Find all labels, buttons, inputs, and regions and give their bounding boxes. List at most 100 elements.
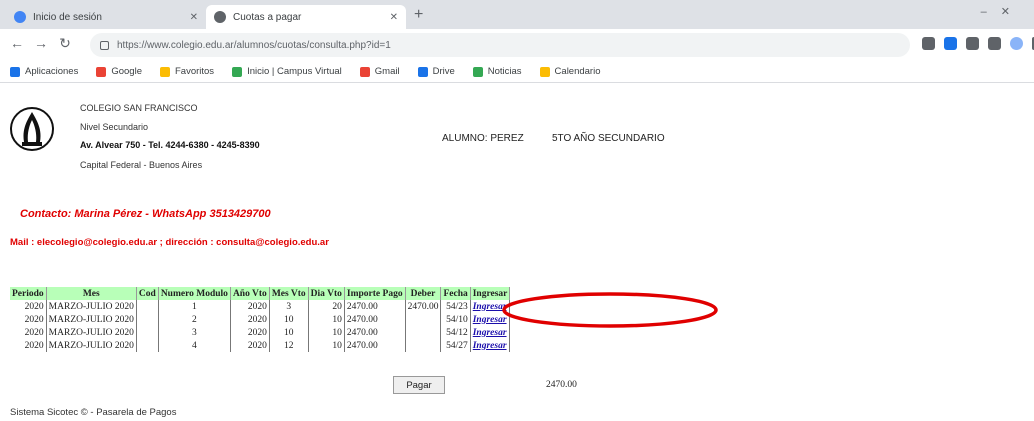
ingresar-cell: Ingresar xyxy=(470,326,511,339)
extension-icon[interactable] xyxy=(922,37,935,50)
bookmark-label: Inicio | Campus Virtual xyxy=(247,66,342,77)
table-cell: 12 xyxy=(269,339,309,352)
table-cell: 2470.00 xyxy=(344,313,406,326)
tab-bar: Inicio de sesión ✕ Cuotas a pagar ✕ + –✕ xyxy=(0,0,1034,29)
back-arrow-icon[interactable]: ← xyxy=(8,35,26,51)
column-header: Dia Vto xyxy=(308,287,345,300)
table-cell xyxy=(405,313,442,326)
tab-inactive[interactable]: Inicio de sesión ✕ xyxy=(6,5,206,29)
bookmark-icon xyxy=(359,66,370,77)
table-cell: 2020 xyxy=(230,313,270,326)
address-bar[interactable]: https://www.colegio.edu.ar/alumnos/cuota… xyxy=(90,33,910,57)
ingresar-link[interactable]: Ingresar xyxy=(473,315,507,325)
column-header: Fecha xyxy=(440,287,471,300)
bookmark-item[interactable]: Google xyxy=(96,66,142,77)
window-controls[interactable]: –✕ xyxy=(981,5,1024,18)
favicon-icon xyxy=(14,11,26,23)
table-cell: 2470.00 xyxy=(344,326,406,339)
ingresar-cell: Ingresar xyxy=(470,313,511,326)
column-header: Periodo xyxy=(10,287,47,300)
bookmark-item[interactable]: Gmail xyxy=(359,66,400,77)
table-cell: 2470.00 xyxy=(344,300,406,313)
bookmark-icon xyxy=(232,66,243,77)
avatar[interactable] xyxy=(1010,37,1023,50)
bookmark-icon xyxy=(159,66,170,77)
close-icon[interactable]: ✕ xyxy=(190,12,198,23)
school-city: Capital Federal - Buenos Aires xyxy=(80,160,203,170)
column-header: Importe Pago xyxy=(344,287,406,300)
table-cell xyxy=(136,313,159,326)
bookmarks-bar: Aplicaciones Google Favoritos Inicio | Camp… xyxy=(0,61,1034,83)
total-amount: 2470.00 xyxy=(546,380,577,390)
school-logo-icon xyxy=(10,107,54,151)
bookmark-item[interactable]: Calendario xyxy=(539,66,601,77)
bookmark-item[interactable]: Favoritos xyxy=(159,66,215,77)
bookmark-icon xyxy=(472,66,483,77)
column-header: Ingresar xyxy=(470,287,511,300)
table-cell: 2470.00 xyxy=(405,300,442,313)
bookmark-item[interactable]: Noticias xyxy=(472,66,522,77)
table-cell: 2020 xyxy=(10,326,47,339)
table-cell: 2020 xyxy=(10,300,47,313)
table-cell xyxy=(136,326,159,339)
table-cell: 2020 xyxy=(230,326,270,339)
extension-icon[interactable] xyxy=(966,37,979,50)
close-icon[interactable]: ✕ xyxy=(390,12,398,23)
table-cell: 10 xyxy=(308,339,345,352)
browser-toolbar: ← → ↻ https://www.colegio.edu.ar/alumnos… xyxy=(0,29,1034,61)
bookmark-item[interactable]: Drive xyxy=(417,66,455,77)
bookmark-icon xyxy=(417,66,428,77)
tab-title: Cuotas a pagar xyxy=(233,11,302,23)
table-cell: MARZO-JULIO 2020 xyxy=(46,339,137,352)
footer-text: Sistema Sicotec © - Pasarela de Pagos xyxy=(10,407,177,418)
table-row: 2020 MARZO-JULIO 2020 4 2020 12 10 2470.00 54/2… xyxy=(10,339,511,352)
bookmark-icon xyxy=(539,66,550,77)
table-header-row: Periodo Mes Cod Numero Modulo Año Vto Mes Vto… xyxy=(10,287,511,300)
table-cell: 54/12 xyxy=(440,326,471,339)
annotation-ellipse xyxy=(502,292,718,328)
table-cell: 1 xyxy=(158,300,231,313)
school-subtitle: Nivel Secundario xyxy=(80,122,149,132)
star-icon[interactable] xyxy=(988,37,1001,50)
table-cell: 20 xyxy=(308,300,345,313)
ingresar-link[interactable]: Ingresar xyxy=(473,302,507,312)
pay-button[interactable]: Pagar xyxy=(393,376,445,394)
column-header: Mes xyxy=(46,287,137,300)
bookmark-icon xyxy=(96,66,107,77)
globe-icon xyxy=(214,11,226,23)
table-cell xyxy=(405,326,442,339)
table-cell: 2020 xyxy=(230,300,270,313)
bookmark-label: Noticias xyxy=(487,66,522,77)
bookmark-label: Google xyxy=(111,66,142,77)
tab-active[interactable]: Cuotas a pagar ✕ xyxy=(206,5,406,29)
bookmark-label: Favoritos xyxy=(174,66,215,77)
extension-icon[interactable] xyxy=(944,37,957,50)
bookmark-item[interactable]: Aplicaciones xyxy=(10,66,78,77)
column-header: Mes Vto xyxy=(269,287,309,300)
ingresar-link[interactable]: Ingresar xyxy=(473,341,507,351)
contact-line: Contacto: Marina Pérez - WhatsApp 351342… xyxy=(20,208,271,220)
column-header: Numero Modulo xyxy=(158,287,231,300)
fees-table: Periodo Mes Cod Numero Modulo Año Vto Mes Vto… xyxy=(10,287,511,352)
ingresar-link[interactable]: Ingresar xyxy=(473,328,507,338)
bookmark-icon xyxy=(10,66,20,77)
extensions xyxy=(922,37,1034,50)
new-tab-button[interactable]: + xyxy=(414,6,423,24)
bookmark-label: Aplicaciones xyxy=(25,66,79,77)
table-cell: MARZO-JULIO 2020 xyxy=(46,300,137,313)
table-cell: 2470.00 xyxy=(344,339,406,352)
forward-arrow-icon[interactable]: → xyxy=(32,35,50,51)
student-label: ALUMNO: PEREZ xyxy=(442,133,524,144)
ingresar-cell: Ingresar xyxy=(470,339,511,352)
bookmark-label: Gmail xyxy=(374,66,400,77)
table-cell: 3 xyxy=(158,326,231,339)
table-cell: 2020 xyxy=(230,339,270,352)
reload-icon[interactable]: ↻ xyxy=(56,35,74,52)
table-cell: 2 xyxy=(158,313,231,326)
school-address: Av. Alvear 750 - Tel. 4244-6380 - 4245-8… xyxy=(80,140,260,150)
bookmark-item[interactable]: Inicio | Campus Virtual xyxy=(232,66,342,77)
table-cell xyxy=(405,339,442,352)
table-cell: 54/23 xyxy=(440,300,471,313)
table-cell: 54/10 xyxy=(440,313,471,326)
table-cell: 2020 xyxy=(10,313,47,326)
